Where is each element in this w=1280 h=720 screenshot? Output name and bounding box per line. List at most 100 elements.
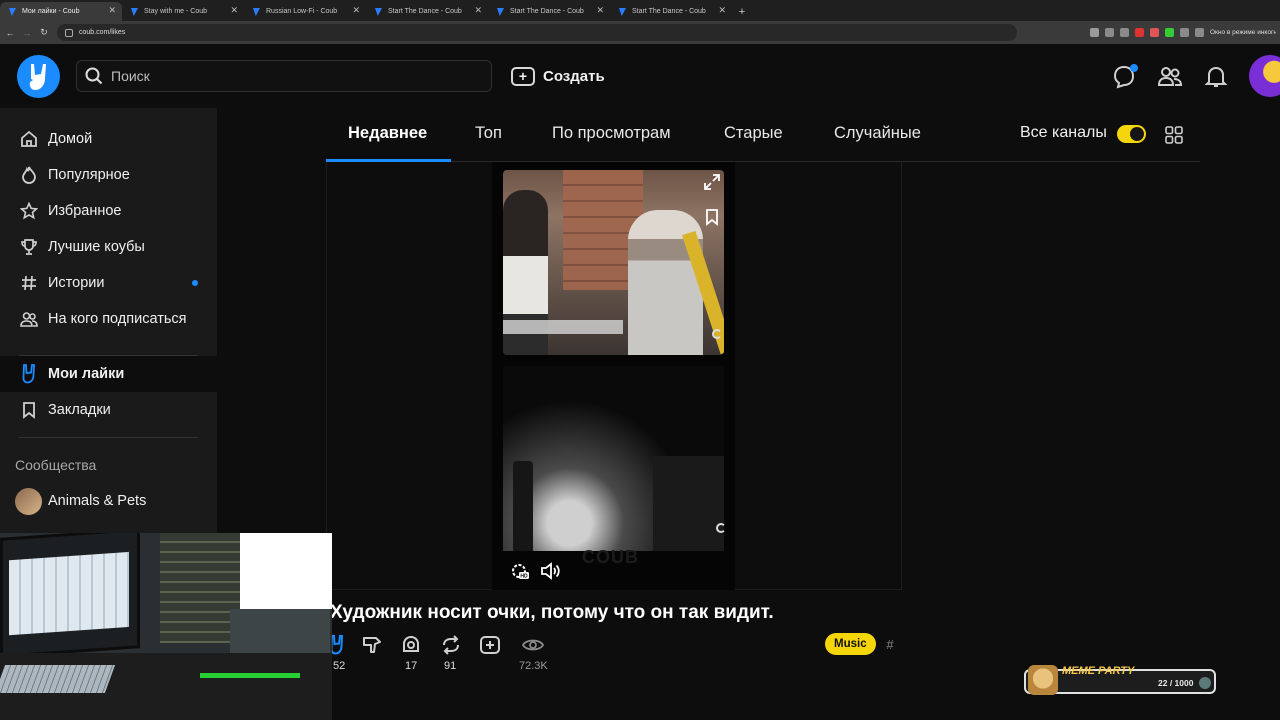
new-stories-dot [192, 280, 198, 286]
community-item-animals-pets[interactable]: Animals & Pets [0, 483, 217, 519]
close-tab-icon[interactable]: ✕ [108, 5, 116, 16]
all-channels-toggle[interactable] [1117, 125, 1146, 143]
sidebar-divider [19, 437, 198, 438]
unread-message-dot [1130, 64, 1138, 72]
tab-top[interactable]: Топ [475, 124, 502, 143]
sidebar-item-popular[interactable]: Популярное [0, 157, 217, 193]
browser-tab-strip: Мои лайки - Coub ✕ Stay with me - Coub ✕ R… [0, 0, 1280, 21]
incognito-label: Окно в режиме инкогнито [1210, 29, 1276, 36]
reactions-count: 17 [405, 660, 418, 672]
grid-view-icon[interactable] [1165, 126, 1183, 144]
coub-favicon-icon [253, 8, 260, 16]
meme-party-counter: 22 / 1000 [1158, 678, 1194, 688]
extensions-puzzle-icon[interactable] [1180, 28, 1189, 37]
eye-off-icon[interactable] [1105, 28, 1114, 37]
dislike-icon[interactable] [361, 634, 383, 656]
close-tab-icon[interactable]: ✕ [596, 5, 604, 16]
sidebar-item-bookmarks[interactable]: Закладки [0, 392, 217, 428]
views-count: 72.3K [519, 660, 548, 672]
address-bar[interactable]: coub.com/likes [57, 24, 1017, 41]
reading-list-icon[interactable] [1195, 28, 1204, 37]
extension-toolbar: Окно в режиме инкогнито [1090, 28, 1276, 37]
coub-title[interactable]: Художник носит очки, потому что он так в… [330, 602, 774, 624]
recoub-count: 91 [444, 660, 457, 672]
tag-music[interactable]: Music [825, 633, 876, 655]
browser-toolbar: ← → ↻ coub.com/likes Окно в режиме инког… [0, 21, 1280, 44]
tab-oldest[interactable]: Старые [724, 124, 783, 143]
sidebar-item-my-likes[interactable]: Мои лайки [0, 356, 217, 392]
browser-tab[interactable]: Stay with me - Coub ✕ [122, 2, 244, 21]
search-input[interactable] [111, 68, 471, 84]
browser-tab[interactable]: Мои лайки - Coub ✕ [0, 2, 122, 21]
flame-icon [19, 165, 39, 185]
globe-icon [1199, 677, 1211, 689]
create-button[interactable]: + Создать [511, 63, 605, 89]
friends-icon[interactable] [1157, 64, 1183, 90]
home-icon [19, 129, 39, 149]
browser-tab[interactable]: Russian Low-Fi - Coub ✕ [244, 2, 366, 21]
back-arrow-icon[interactable]: ← [3, 26, 17, 40]
all-channels-label: Все каналы [1020, 124, 1107, 141]
rock-hand-icon [19, 364, 39, 384]
communities-heading: Сообщества [15, 457, 97, 473]
tab-most-viewed[interactable]: По просмотрам [552, 124, 671, 143]
doge-icon [1028, 665, 1058, 695]
sidebar-item-best[interactable]: Лучшие коубы [0, 229, 217, 265]
forward-arrow-icon[interactable]: → [20, 26, 34, 40]
video-frame-top [503, 170, 724, 355]
trophy-icon [19, 237, 39, 257]
star-bookmark-icon[interactable] [1120, 28, 1129, 37]
views-eye-icon [522, 639, 544, 651]
close-tab-icon[interactable]: ✕ [230, 5, 238, 16]
browser-tab[interactable]: Start The Dance - Coub ✕ [488, 2, 610, 21]
video-frame-bottom [503, 366, 724, 551]
add-to-collection-icon[interactable] [479, 634, 501, 656]
rock-hand-logo-icon [29, 63, 46, 90]
sidebar-item-featured[interactable]: Избранное [0, 193, 217, 229]
tab-recent[interactable]: Недавнее [348, 124, 427, 143]
sidebar-item-who-to-follow[interactable]: На кого подписаться [0, 301, 217, 337]
hashtag-icon [19, 273, 39, 293]
svg-text:HD: HD [520, 574, 528, 580]
feed-tabs: Недавнее Топ По просмотрам Старые Случай… [326, 108, 1200, 162]
meme-party-widget: MEME PARTY 22 / 1000 [1024, 665, 1216, 695]
bookmark-icon [19, 400, 39, 420]
close-tab-icon[interactable]: ✕ [474, 5, 482, 16]
extension-shield-icon[interactable] [1165, 28, 1174, 37]
zoom-icon[interactable] [1090, 28, 1099, 37]
tab-random[interactable]: Случайные [834, 124, 921, 143]
meme-party-label: MEME PARTY [1062, 665, 1135, 677]
more-tags-button[interactable]: # [880, 633, 900, 655]
user-avatar[interactable] [1249, 55, 1280, 97]
fullscreen-icon[interactable] [703, 173, 721, 191]
coub-favicon-icon [375, 8, 382, 16]
extension-red-icon[interactable] [1135, 28, 1144, 37]
sidebar-item-home[interactable]: Домой [0, 121, 217, 157]
webcam-overlay [0, 533, 332, 720]
sidebar-item-stories[interactable]: Истории [0, 265, 217, 301]
community-avatar [15, 487, 42, 515]
coub-favicon-icon [131, 8, 138, 16]
reload-icon[interactable]: ↻ [37, 26, 51, 40]
search-box[interactable] [76, 60, 492, 92]
recoub-icon[interactable] [440, 634, 462, 656]
close-tab-icon[interactable]: ✕ [718, 5, 726, 16]
bookmark-icon[interactable] [703, 208, 721, 226]
browser-tab[interactable]: Start The Dance - Coub ✕ [366, 2, 488, 21]
close-tab-icon[interactable]: ✕ [352, 5, 360, 16]
site-header: + Создать [0, 44, 1280, 108]
hd-quality-icon[interactable]: HD [508, 560, 530, 582]
like-count: 52 [333, 660, 346, 672]
extension-pink-icon[interactable] [1150, 28, 1159, 37]
volume-icon[interactable] [539, 560, 561, 582]
loading-spinner-icon [712, 329, 722, 339]
users-icon [19, 309, 39, 329]
coub-video-player[interactable]: COUB HD [492, 162, 735, 590]
new-tab-button[interactable]: + [734, 2, 750, 21]
coub-logo[interactable] [17, 55, 60, 98]
notifications-bell-icon[interactable] [1203, 64, 1229, 90]
site-info-icon[interactable] [65, 28, 73, 37]
reactions-icon[interactable] [400, 634, 422, 656]
coub-favicon-icon [619, 8, 626, 16]
browser-tab[interactable]: Start The Dance - Coub ✕ [610, 2, 732, 21]
